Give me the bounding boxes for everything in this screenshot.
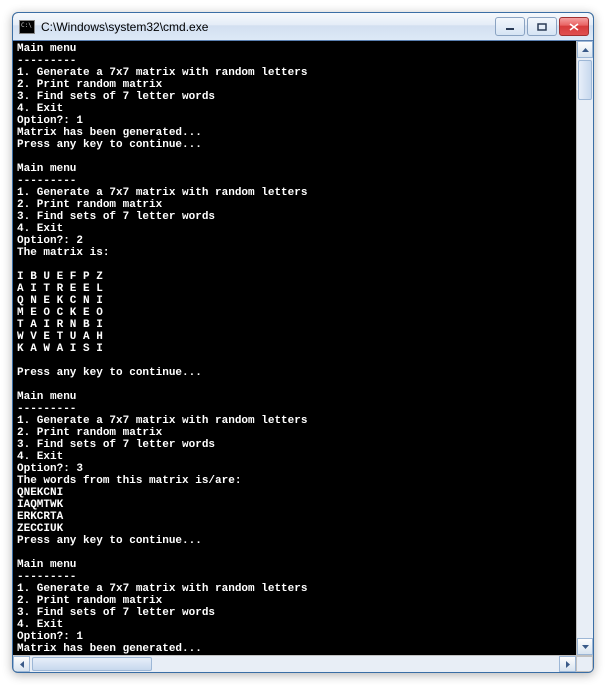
scroll-left-button[interactable]: [13, 656, 30, 672]
console-line: ---------: [17, 55, 572, 67]
close-button[interactable]: [559, 17, 589, 36]
console-line: Option?: 1: [17, 631, 572, 643]
console-line: Matrix has been generated...: [17, 127, 572, 139]
console-line: ---------: [17, 175, 572, 187]
console-line: QNEKCNI: [17, 487, 572, 499]
console-line: Main menu: [17, 391, 572, 403]
console-line: 3. Find sets of 7 letter words: [17, 607, 572, 619]
console-line: Option?: 1: [17, 115, 572, 127]
console-body: Main menu---------1. Generate a 7x7 matr…: [13, 41, 593, 655]
console-line: 3. Find sets of 7 letter words: [17, 211, 572, 223]
console-line: M E O C K E O: [17, 307, 572, 319]
chevron-down-icon: [582, 645, 589, 649]
console-line: 1. Generate a 7x7 matrix with random let…: [17, 187, 572, 199]
console-line: [17, 355, 572, 367]
console-line: [17, 151, 572, 163]
console-line: 2. Print random matrix: [17, 595, 572, 607]
close-icon: [569, 23, 579, 31]
console-line: Main menu: [17, 559, 572, 571]
console-line: IAQMTWK: [17, 499, 572, 511]
console-line: 4. Exit: [17, 619, 572, 631]
console-line: The matrix is:: [17, 247, 572, 259]
console-line: Option?: 3: [17, 463, 572, 475]
console-line: [17, 379, 572, 391]
console-line: 1. Generate a 7x7 matrix with random let…: [17, 67, 572, 79]
vscroll-track[interactable]: [577, 58, 593, 638]
console-line: Option?: 2: [17, 235, 572, 247]
console-line: Main menu: [17, 163, 572, 175]
console-line: 4. Exit: [17, 451, 572, 463]
console-line: [17, 259, 572, 271]
scroll-down-button[interactable]: [577, 638, 593, 655]
vertical-scrollbar[interactable]: [576, 41, 593, 655]
window-title: C:\Windows\system32\cmd.exe: [41, 20, 493, 34]
console-line: Matrix has been generated...: [17, 643, 572, 655]
console-line: I B U E F P Z: [17, 271, 572, 283]
console-line: 4. Exit: [17, 223, 572, 235]
console-line: ---------: [17, 403, 572, 415]
console-line: Press any key to continue...: [17, 139, 572, 151]
titlebar[interactable]: C:\Windows\system32\cmd.exe: [13, 13, 593, 41]
console-line: [17, 547, 572, 559]
chevron-left-icon: [20, 661, 24, 668]
console-line: ERKCRTA: [17, 511, 572, 523]
vscroll-thumb[interactable]: [578, 60, 592, 100]
horizontal-scrollbar[interactable]: [13, 655, 593, 672]
console-line: K A W A I S I: [17, 343, 572, 355]
cmd-window: C:\Windows\system32\cmd.exe Main menu---…: [12, 12, 594, 673]
console-line: 2. Print random matrix: [17, 79, 572, 91]
console-line: 4. Exit: [17, 103, 572, 115]
console-line: A I T R E E L: [17, 283, 572, 295]
console-area: Main menu---------1. Generate a 7x7 matr…: [13, 41, 593, 672]
console-line: ZECCIUK: [17, 523, 572, 535]
console-line: 3. Find sets of 7 letter words: [17, 91, 572, 103]
chevron-right-icon: [566, 661, 570, 668]
window-controls: [493, 17, 589, 36]
cmd-icon: [19, 20, 35, 34]
chevron-up-icon: [582, 48, 589, 52]
console-line: The words from this matrix is/are:: [17, 475, 572, 487]
console-line: 2. Print random matrix: [17, 427, 572, 439]
scrollbar-corner: [576, 656, 593, 672]
console-line: 2. Print random matrix: [17, 199, 572, 211]
console-line: 1. Generate a 7x7 matrix with random let…: [17, 583, 572, 595]
hscroll-track[interactable]: [30, 656, 559, 672]
scroll-right-button[interactable]: [559, 656, 576, 672]
console-line: Main menu: [17, 43, 572, 55]
minimize-button[interactable]: [495, 17, 525, 36]
console-line: Q N E K C N I: [17, 295, 572, 307]
console-line: ---------: [17, 571, 572, 583]
maximize-button[interactable]: [527, 17, 557, 36]
console-line: W V E T U A H: [17, 331, 572, 343]
console-output[interactable]: Main menu---------1. Generate a 7x7 matr…: [13, 41, 576, 655]
console-line: 1. Generate a 7x7 matrix with random let…: [17, 415, 572, 427]
console-line: Press any key to continue...: [17, 367, 572, 379]
maximize-icon: [537, 23, 547, 31]
console-line: 3. Find sets of 7 letter words: [17, 439, 572, 451]
minimize-icon: [505, 23, 515, 31]
console-line: Press any key to continue...: [17, 535, 572, 547]
hscroll-thumb[interactable]: [32, 657, 152, 671]
console-line: T A I R N B I: [17, 319, 572, 331]
scroll-up-button[interactable]: [577, 41, 593, 58]
